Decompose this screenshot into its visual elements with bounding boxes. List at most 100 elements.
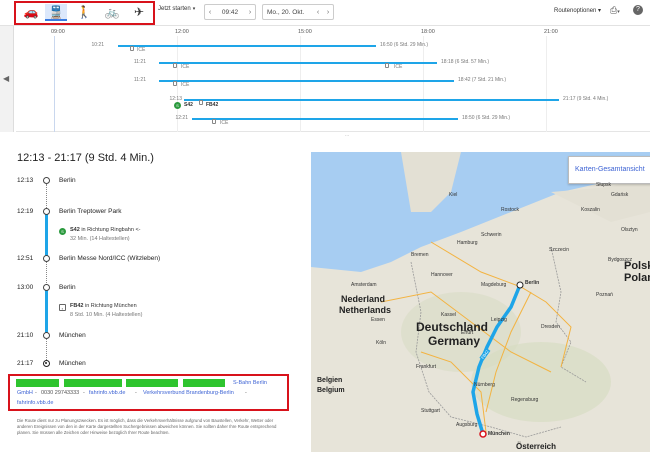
country-label: Deutschland: [416, 320, 489, 334]
timeline-trip[interactable]: 12:21 ICE 18:50 (6 Std. 29 Min.): [16, 115, 650, 126]
trip-line-label: ICE: [181, 82, 190, 88]
city-label: Olsztyn: [621, 227, 638, 233]
stop-node: [43, 208, 50, 215]
walk-mode-button[interactable]: 🚶: [73, 4, 95, 20]
timeline-tick: 12:00: [175, 29, 189, 35]
trip-line-label: ICE: [220, 120, 229, 126]
trip-end-time: 16:50 (6 Std. 29 Min.): [380, 42, 429, 48]
timeline-trip[interactable]: 11:21 ICE 18:42 (7 Std. 21 Min.): [16, 77, 650, 88]
redacted-block: [126, 379, 178, 387]
leg-line[interactable]: S42 in Richtung Ringbahn <-: [70, 227, 141, 233]
stop-time: 21:17: [17, 360, 34, 367]
next-date-icon[interactable]: ›: [323, 9, 333, 16]
print-button[interactable]: ⎙▾: [610, 5, 620, 16]
separator: -: [135, 390, 137, 396]
walk-connector: [46, 337, 47, 360]
car-icon: 🚗: [23, 5, 39, 19]
departure-type-select[interactable]: Jetzt starten ▾: [158, 6, 195, 12]
city-label: Leipzig: [491, 317, 507, 323]
city-label: Erfurt: [461, 330, 474, 336]
country-label: Poland: [624, 272, 650, 284]
sbahn-gmbh-link[interactable]: GmbH: [17, 390, 33, 396]
stop-name: München: [59, 360, 86, 367]
city-label: Hannover: [431, 272, 453, 278]
transit-mode-button[interactable]: 🚆: [45, 4, 67, 21]
disclaimer: Die Route dient nur zu Planungszwecken. …: [17, 418, 277, 435]
city-label: Stuttgart: [421, 408, 440, 414]
timeline-resize-handle[interactable]: ...: [345, 132, 349, 138]
sbahn-site-link[interactable]: fahrinfo.vbb.de: [89, 390, 125, 396]
country-label: Belgien: [317, 377, 343, 384]
vbb-link[interactable]: Verkehrsverbund Brandenburg-Berlin: [143, 390, 234, 396]
stop-name: München: [59, 332, 86, 339]
line-name: FB42: [70, 303, 84, 309]
destination-marker[interactable]: [479, 430, 487, 438]
trip-start-time: 11:21: [133, 59, 146, 65]
date-value[interactable]: Mo., 20. Okt.: [263, 9, 313, 16]
map[interactable]: Karten-Gesamtansicht Nederland Netherlan…: [311, 152, 650, 452]
bicycle-mode-button[interactable]: 🚲: [101, 4, 123, 20]
timeline-trip-selected[interactable]: 12:13 S S42 FB42 21:17 (9 Std. 4 Min.): [16, 96, 650, 109]
city-label: Rostock: [501, 207, 520, 213]
train-icon: [199, 100, 203, 105]
timeline-tick: 18:00: [421, 29, 435, 35]
stop-name: Berlin Messe Nord/ICC (Witzleben): [59, 255, 161, 262]
date-field[interactable]: Mo., 20. Okt. ‹ ›: [262, 4, 334, 20]
redacted-block: [64, 379, 122, 387]
map-overview-button[interactable]: Karten-Gesamtansicht: [568, 156, 650, 184]
next-time-icon[interactable]: ›: [245, 9, 255, 16]
line-direction: in Richtung München: [84, 303, 137, 309]
trip-bar: [184, 99, 559, 101]
city-label: Amsterdam: [351, 282, 377, 288]
trip-line-label: FB42: [206, 102, 219, 108]
train-icon: ▪: [59, 304, 66, 311]
trip-bar: [159, 80, 454, 82]
trip-end-time: 18:42 (7 Std. 21 Min.): [458, 77, 507, 83]
stop-node: [43, 255, 50, 262]
city-label: Hamburg: [457, 240, 478, 246]
bicycle-icon: 🚲: [104, 5, 120, 19]
caret-down-icon: ▾: [192, 6, 196, 12]
stop-node: [43, 332, 50, 339]
time-value[interactable]: 09:42: [215, 9, 245, 16]
timeline-trip[interactable]: 10:21 ICE 16:50 (6 Std. 29 Min.): [16, 42, 650, 53]
route-options-label: Routenoptionen: [554, 8, 597, 14]
city-label: Frankfurt: [416, 364, 437, 370]
train-icon: [212, 119, 216, 124]
prev-date-icon[interactable]: ‹: [313, 9, 323, 16]
toolbar: 🚗 🚆 🚶 🚲 ✈ Jetzt starten ▾ ‹ 09:42 › Mo., …: [0, 0, 650, 26]
transit-icon: 🚆: [48, 4, 64, 19]
timeline-scroll-left[interactable]: ◀: [0, 26, 14, 132]
city-label: Nürnberg: [474, 382, 495, 388]
train-icon: [385, 63, 389, 68]
stop-time: 12:13: [17, 177, 34, 184]
flight-icon: ✈: [133, 5, 145, 19]
walk-connector: [46, 261, 47, 285]
trip-start-time: 12:21: [175, 115, 188, 121]
prev-time-icon[interactable]: ‹: [205, 9, 215, 16]
time-field[interactable]: ‹ 09:42 ›: [204, 4, 256, 20]
timeline-trip[interactable]: 11:21 ICE ICE 18:18 (6 Std. 57 Min.): [16, 59, 650, 70]
city-label: Berlin: [525, 280, 540, 286]
origin-marker[interactable]: [516, 281, 524, 289]
trip-line-label: ICE: [181, 64, 190, 70]
vbb-site-link[interactable]: fahrinfo.vbb.de: [17, 400, 53, 406]
separator: -: [35, 390, 37, 396]
city-label: Regensburg: [511, 397, 539, 403]
caret-down-icon: ▾: [598, 8, 602, 14]
city-label: Szczecin: [549, 247, 570, 253]
city-label: Dresden: [541, 324, 560, 330]
car-mode-button[interactable]: 🚗: [20, 4, 42, 20]
flight-mode-button[interactable]: ✈: [128, 4, 150, 20]
trip-end-time: 18:50 (6 Std. 29 Min.): [462, 115, 511, 121]
trip-end-time: 18:18 (6 Std. 57 Min.): [441, 59, 490, 65]
help-icon[interactable]: ?: [633, 5, 643, 15]
trip-bar: [192, 118, 458, 120]
sbahn-link[interactable]: S-Bahn Berlin: [233, 380, 267, 386]
route-options-button[interactable]: Routenoptionen ▾: [554, 7, 601, 14]
trip-start-time: 11:21: [133, 77, 146, 83]
separator: -: [245, 390, 247, 396]
leg-line[interactable]: FB42 in Richtung München: [70, 303, 137, 309]
stop-name: Berlin Treptower Park: [59, 208, 122, 215]
country-label: Netherlands: [339, 305, 392, 315]
